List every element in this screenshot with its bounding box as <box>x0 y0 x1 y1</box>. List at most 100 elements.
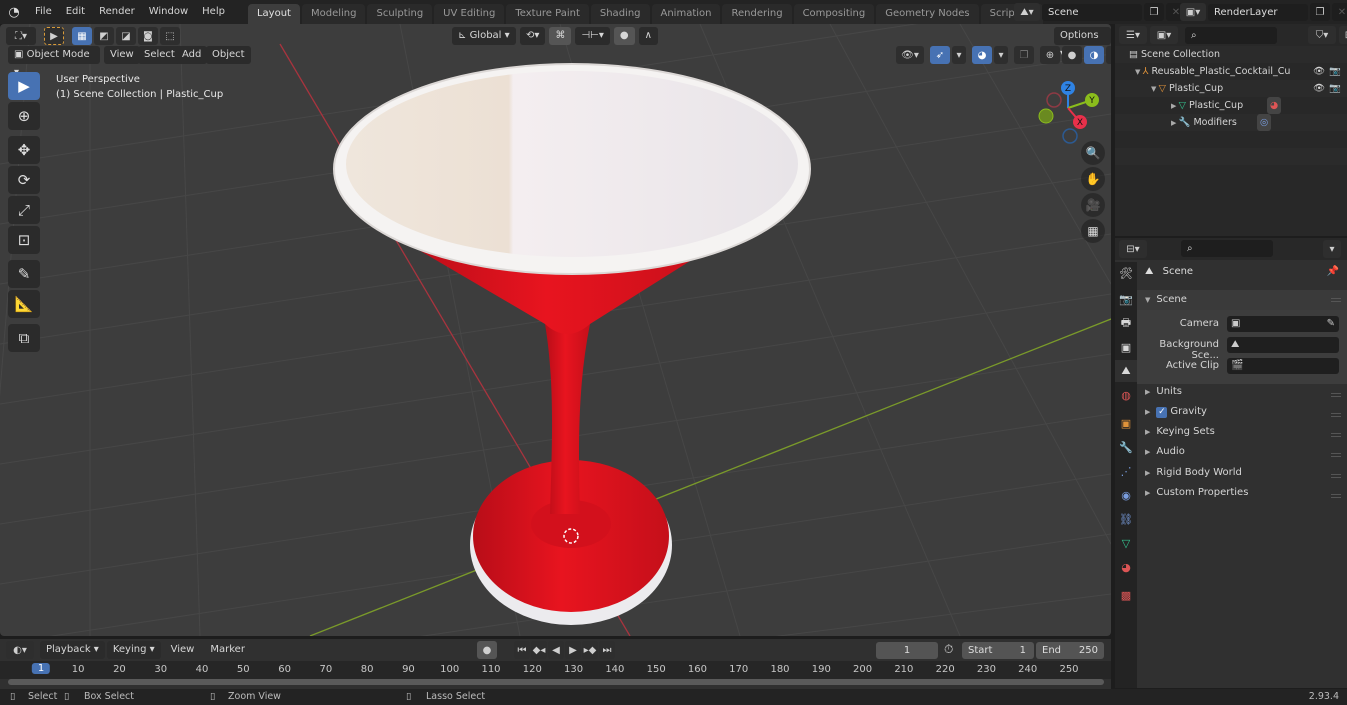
outliner-item[interactable]: ▼ ▽ Plastic_Cup 👁 📷 <box>1115 80 1347 97</box>
drag-handle-icon[interactable] <box>1331 393 1341 397</box>
zoom-view-icon[interactable]: 🔍 <box>1081 141 1105 165</box>
scene-tab-icon[interactable]: ⛰ <box>1115 360 1137 382</box>
tab-geometry-nodes[interactable]: Geometry Nodes <box>876 4 979 24</box>
new-collection-icon[interactable]: ⊞ <box>1339 26 1347 44</box>
measure-tool-icon[interactable]: 📐 <box>8 290 40 318</box>
select-box-tool-icon[interactable]: ▶ <box>8 72 40 100</box>
material-icon[interactable]: ◕ <box>1267 97 1282 114</box>
next-keyframe-icon[interactable]: ▸◆ <box>582 641 598 659</box>
start-frame-field[interactable]: Start 1 <box>962 642 1034 659</box>
expand-arrow-icon[interactable]: ▼ <box>1135 68 1143 76</box>
expand-arrow-icon[interactable]: ▶ <box>1171 102 1179 110</box>
shading-solid-icon[interactable]: ● <box>1062 46 1082 64</box>
tab-sculpting[interactable]: Sculpting <box>367 4 433 24</box>
play-icon[interactable]: ▶ <box>565 641 581 659</box>
section-rigid-body-world[interactable]: ▶ Rigid Body World <box>1145 464 1242 482</box>
visibility-eye-icon[interactable]: 👁 <box>1313 80 1325 97</box>
jump-start-icon[interactable]: ⏮ <box>514 641 530 659</box>
tab-modeling[interactable]: Modeling <box>301 4 366 24</box>
camera-view-icon[interactable]: 🎥 <box>1081 193 1105 217</box>
properties-options-icon[interactable]: ▾ <box>1323 240 1341 258</box>
marker-menu[interactable]: Marker <box>210 641 245 659</box>
material-tab-icon[interactable]: ◕ <box>1115 556 1137 578</box>
view-layer-name-field[interactable]: RenderLayer <box>1208 3 1308 21</box>
texture-tab-icon[interactable]: ▩ <box>1115 584 1137 606</box>
view-layer-tab-icon[interactable]: ▣ <box>1115 336 1137 358</box>
tab-compositing[interactable]: Compositing <box>793 4 875 24</box>
neg-x-axis-handle[interactable] <box>1046 92 1062 108</box>
render-tab-icon[interactable]: 📷 <box>1115 288 1137 310</box>
neg-z-axis-handle[interactable] <box>1062 128 1078 144</box>
view-layer-remove-icon[interactable]: ✕ <box>1332 3 1347 21</box>
drag-handle-icon[interactable] <box>1331 298 1341 302</box>
properties-editor-type-icon[interactable]: ⊟▾ <box>1119 240 1147 258</box>
particles-tab-icon[interactable]: ⋰ <box>1115 460 1137 482</box>
camera-field[interactable]: ▣ ✎ <box>1227 316 1339 332</box>
shading-material-icon[interactable]: ◑ <box>1084 46 1104 64</box>
section-units[interactable]: ▶ Units <box>1145 383 1182 401</box>
timeline-view-menu[interactable]: View <box>171 641 195 659</box>
mode-new-icon[interactable]: ▦ <box>72 27 92 45</box>
current-frame-field[interactable]: 1 <box>876 642 938 659</box>
mesh-data-tab-icon[interactable]: ▽ <box>1115 532 1137 554</box>
end-frame-field[interactable]: End 250 <box>1036 642 1104 659</box>
object-tab-icon[interactable]: ▣ <box>1115 412 1137 434</box>
menu-window[interactable]: Window <box>142 0 195 24</box>
ortho-toggle-icon[interactable]: ▦ <box>1081 219 1105 243</box>
render-camera-icon[interactable]: 📷 <box>1329 63 1341 80</box>
3d-viewport[interactable]: ⛶▾ ▶ ▦ ◩ ◪ ◙ ⬚ ⊾ Global ▾ ⟲▾ ⌘ ⊣⊢▾ ● ∧ O… <box>0 24 1111 636</box>
timeline-editor-type-icon[interactable]: ◐▾ <box>6 641 34 659</box>
tab-texture-paint[interactable]: Texture Paint <box>506 4 589 24</box>
outliner-item[interactable]: ▶ 🔧 Modifiers ◎ <box>1115 114 1347 131</box>
active-clip-field[interactable]: 🎬 <box>1227 358 1339 374</box>
current-frame-marker[interactable]: 1 <box>31 663 51 674</box>
mode-dropdown[interactable]: ▣ Object Mode ▾ <box>8 46 100 78</box>
mode-extend-icon[interactable]: ◩ <box>94 27 114 45</box>
physics-tab-icon[interactable]: ◉ <box>1115 484 1137 506</box>
eyedropper-icon[interactable]: ✎ <box>1327 316 1335 332</box>
outliner-root[interactable]: ▤ Scene Collection <box>1115 46 1347 63</box>
menu-help[interactable]: Help <box>195 0 232 24</box>
overlay-dropdown-icon[interactable]: ▾ <box>994 46 1008 64</box>
frame-ruler[interactable]: 1 10 20 30 40 50 60 70 80 90 100 110 120 130 140 150 160… <box>0 661 1111 679</box>
pan-view-icon[interactable]: ✋ <box>1081 167 1105 191</box>
overlay-toggle-icon[interactable]: ◕ <box>972 46 992 64</box>
mode-subtract-icon[interactable]: ◪ <box>116 27 136 45</box>
pivot-dropdown[interactable]: ⟲▾ <box>520 27 546 45</box>
navigation-gizmo[interactable]: Z Y X <box>1030 78 1110 148</box>
visibility-icon[interactable]: 👁▾ <box>896 46 924 64</box>
section-audio[interactable]: ▶ Audio <box>1145 443 1185 461</box>
rotate-tool-icon[interactable]: ⟳ <box>8 166 40 194</box>
scene-panel-header[interactable]: ▼ Scene <box>1137 290 1347 310</box>
section-gravity[interactable]: ▶ ✓ Gravity <box>1145 403 1207 421</box>
menu-edit[interactable]: Edit <box>59 0 92 24</box>
jump-end-icon[interactable]: ⏭ <box>599 641 615 659</box>
drag-handle-icon[interactable] <box>1331 494 1341 498</box>
tab-layout[interactable]: Layout <box>247 4 300 24</box>
scene-browse-icon[interactable]: ⛰▾ <box>1014 3 1040 21</box>
drag-handle-icon[interactable] <box>1331 453 1341 457</box>
editor-type-icon[interactable]: ⛶▾ <box>6 27 36 45</box>
expand-arrow-icon[interactable]: ▶ <box>1171 119 1179 127</box>
scene-copy-icon[interactable]: ❐ <box>1144 3 1164 21</box>
expand-arrow-icon[interactable]: ▼ <box>1151 85 1159 93</box>
transform-orientation-dropdown[interactable]: ⊾ Global ▾ <box>452 27 516 45</box>
move-tool-icon[interactable]: ✥ <box>8 136 40 164</box>
snap-target-dropdown[interactable]: ⊣⊢▾ <box>575 27 610 45</box>
section-keying-sets[interactable]: ▶ Keying Sets <box>1145 423 1215 441</box>
background-scene-field[interactable]: ⛰ <box>1227 337 1339 353</box>
shading-rendered-icon[interactable]: ◍ <box>1106 46 1111 64</box>
tweak-tool-icon[interactable]: ▶ <box>44 27 64 45</box>
annotate-tool-icon[interactable]: ✎ <box>8 260 40 288</box>
outliner-item[interactable]: ▼ ⅄ Reusable_Plastic_Cocktail_Cu 👁 📷 <box>1115 63 1347 80</box>
neg-y-axis-handle[interactable] <box>1038 108 1054 124</box>
options-dropdown[interactable]: Options ▾ <box>1054 27 1111 59</box>
prev-keyframe-icon[interactable]: ◆◂ <box>531 641 547 659</box>
properties-search-input[interactable]: ⌕ <box>1181 240 1273 257</box>
shading-wireframe-icon[interactable]: ⊕ <box>1040 46 1060 64</box>
menu-view[interactable]: View <box>104 46 140 64</box>
blender-logo-icon[interactable]: ◔ <box>0 5 28 20</box>
falloff-dropdown[interactable]: ∧ <box>638 27 658 45</box>
stopwatch-icon[interactable]: ⏱ <box>944 642 953 657</box>
tab-shading[interactable]: Shading <box>590 4 650 24</box>
